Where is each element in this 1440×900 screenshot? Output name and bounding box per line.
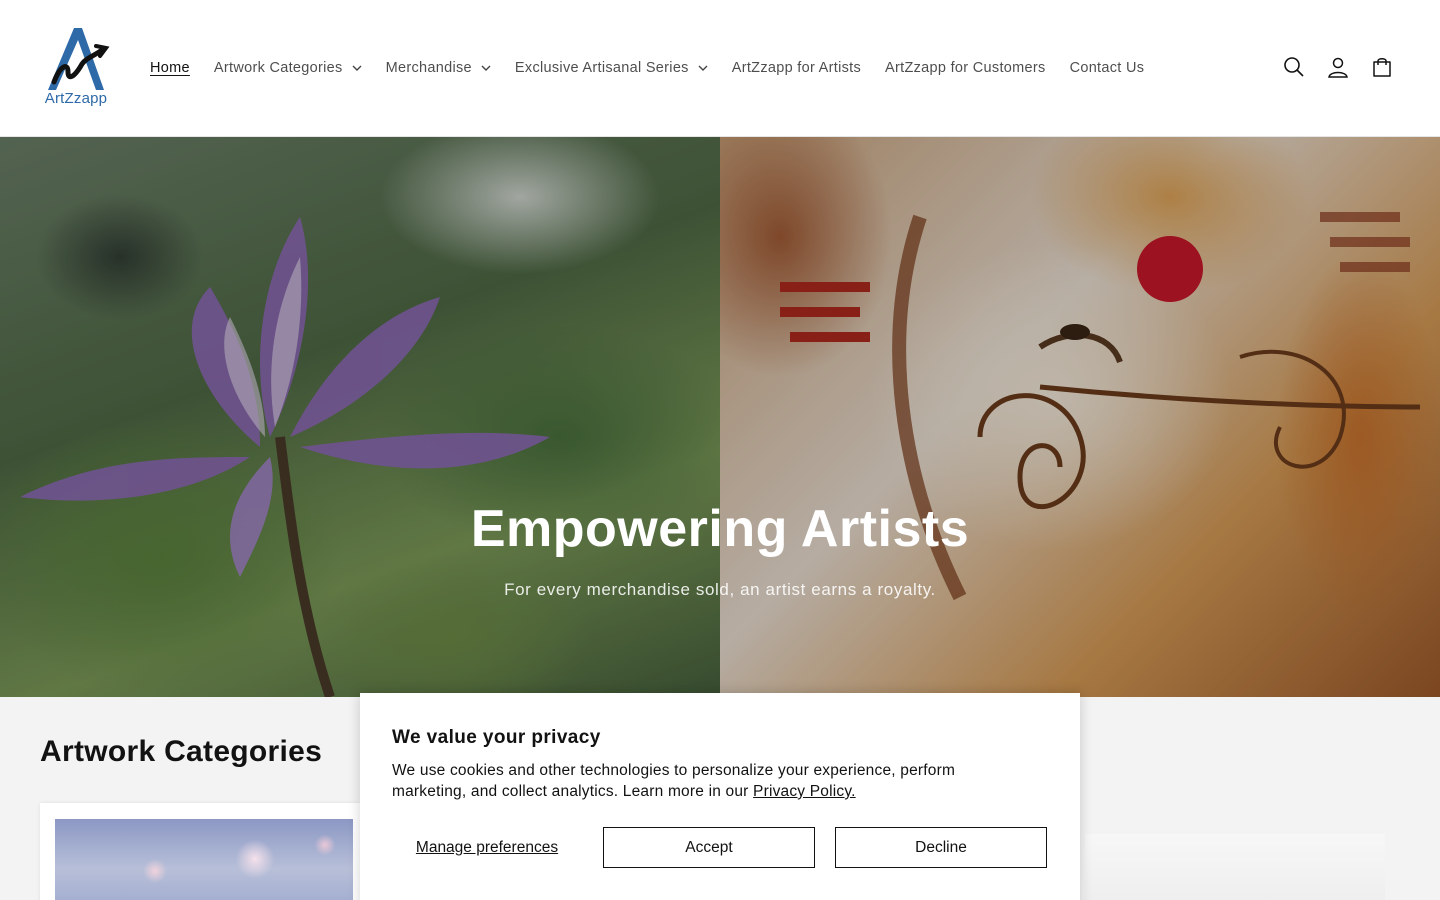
- main-nav: Home Artwork Categories Merchandise Excl…: [150, 57, 1168, 79]
- brand-name: ArtZzapp: [44, 90, 108, 107]
- privacy-policy-link[interactable]: Privacy Policy.: [753, 783, 856, 800]
- hero-overlay: [0, 137, 1440, 697]
- accept-button[interactable]: Accept: [603, 827, 815, 868]
- nav-item-artzzapp-for-customers[interactable]: ArtZzapp for Customers: [885, 60, 1046, 76]
- manage-preferences-button[interactable]: Manage preferences: [392, 827, 582, 868]
- hero-title: Empowering Artists: [470, 500, 970, 558]
- brand-logo[interactable]: ArtZzapp: [38, 26, 114, 112]
- hero-subtitle: For every merchandise sold, an artist ea…: [504, 580, 936, 599]
- cookie-title: We value your privacy: [392, 727, 601, 748]
- cookie-text-body: We use cookies and other technologies to…: [392, 762, 956, 800]
- nav-item-label: ArtZzapp for Customers: [885, 60, 1046, 76]
- chevron-down-icon: [698, 65, 708, 71]
- nav-item-label: Contact Us: [1069, 60, 1145, 76]
- chevron-down-icon: [352, 65, 362, 71]
- cart-icon[interactable]: [1370, 55, 1394, 79]
- header-icons: [1262, 55, 1394, 79]
- nav-item-label: Merchandise: [385, 60, 472, 76]
- site-header: ArtZzapp Home Artwork Categories Merchan…: [0, 0, 1440, 137]
- decline-button[interactable]: Decline: [835, 827, 1047, 868]
- nav-item-label: Exclusive Artisanal Series: [514, 60, 689, 76]
- logo-icon: [48, 28, 110, 90]
- hero-banner: Empowering Artists For every merchandise…: [0, 137, 1440, 697]
- cookie-text: We use cookies and other technologies to…: [392, 760, 1032, 802]
- nav-item-merchandise[interactable]: Merchandise: [386, 60, 491, 76]
- nav-item-contact-us[interactable]: Contact Us: [1070, 60, 1145, 76]
- nav-item-label: Home: [150, 60, 190, 76]
- account-icon[interactable]: [1326, 55, 1350, 79]
- nav-item-artwork-categories[interactable]: Artwork Categories: [214, 60, 362, 76]
- nav-item-label: ArtZzapp for Artists: [731, 60, 862, 76]
- category-card[interactable]: [40, 803, 360, 900]
- cookie-banner: We value your privacy We use cookies and…: [360, 693, 1080, 900]
- nav-item-label: Artwork Categories: [213, 60, 343, 76]
- nav-item-artzzapp-for-artists[interactable]: ArtZzapp for Artists: [732, 60, 861, 76]
- search-icon[interactable]: [1282, 55, 1306, 79]
- chevron-down-icon: [481, 65, 491, 71]
- category-card-image: [55, 819, 353, 900]
- nav-item-exclusive-artisanal-series[interactable]: Exclusive Artisanal Series: [515, 60, 708, 76]
- nav-item-home[interactable]: Home: [150, 60, 190, 76]
- category-card-faded[interactable]: [1085, 834, 1385, 900]
- section-title: Artwork Categories: [40, 735, 323, 768]
